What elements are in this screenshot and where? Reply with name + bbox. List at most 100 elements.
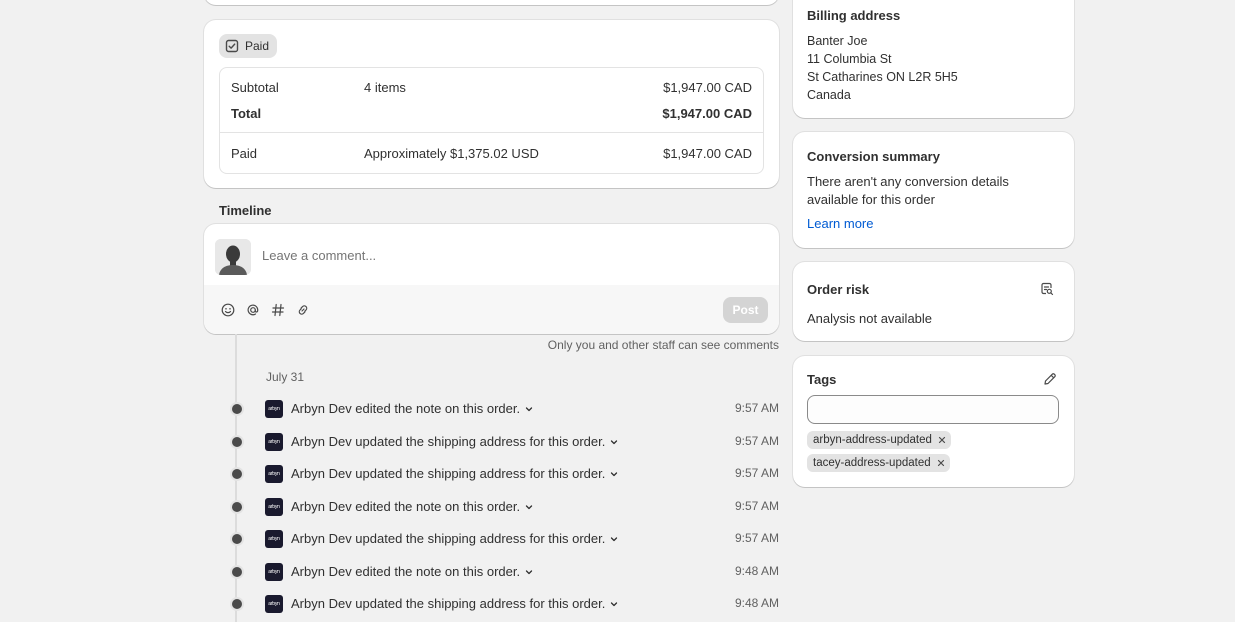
avatar [215, 239, 251, 275]
conversion-title: Conversion summary [807, 149, 940, 164]
event-toggle[interactable]: Arbyn Dev edited the note on this order. [291, 564, 534, 579]
tag-label: arbyn-address-updated [813, 434, 932, 446]
event-time: 9:57 AM [734, 434, 779, 448]
attachment-link-icon[interactable] [294, 301, 312, 319]
timeline-event: arbyn Arbyn Dev updated the shipping addr… [228, 593, 779, 615]
emoji-icon[interactable] [219, 301, 237, 319]
conversion-text: There aren't any conversion details avai… [807, 174, 1009, 207]
timeline-event: arbyn Arbyn Dev updated the shipping addr… [228, 431, 779, 453]
timeline-event: arbyn Arbyn Dev updated the shipping addr… [228, 528, 779, 550]
address-line: Banter Joe [807, 34, 868, 48]
event-toggle[interactable]: Arbyn Dev edited the note on this order. [291, 499, 534, 514]
row-label: Total [231, 105, 262, 121]
payment-summary-card: Paid Subtotal 4 items $1,947.00 CAD Tota… [204, 20, 779, 188]
payment-table: Subtotal 4 items $1,947.00 CAD Total $1,… [219, 67, 764, 174]
timeline-dot-icon [230, 597, 244, 611]
event-time: 9:57 AM [734, 466, 779, 480]
arbyn-logo-icon: arbyn [265, 563, 283, 581]
billing-address-card: Billing address Banter Joe 11 Columbia S… [793, 0, 1074, 118]
timeline-dot-icon [230, 402, 244, 416]
tag-chip: arbyn-address-updated [807, 431, 951, 449]
timeline-dot-icon [230, 532, 244, 546]
arbyn-logo-icon: arbyn [265, 433, 283, 451]
row-label: Subtotal [231, 79, 279, 95]
timeline-date: July 31 [266, 370, 305, 384]
arbyn-logo-icon: arbyn [265, 595, 283, 613]
arbyn-logo-icon: arbyn [265, 498, 283, 516]
edit-pencil-icon[interactable] [1040, 369, 1060, 389]
row-amount: $1,947.00 CAD [663, 79, 752, 95]
chevron-down-icon [609, 534, 619, 544]
timeline-dot-icon [230, 435, 244, 449]
hashtag-icon[interactable] [269, 301, 287, 319]
checkbox-paid-icon [225, 39, 239, 53]
chevron-down-icon [524, 567, 534, 577]
event-text: Arbyn Dev edited the note on this order. [291, 499, 521, 514]
address-line: St Catharines ON L2R 5H5 [807, 70, 958, 84]
row-amount: $1,947.00 CAD [663, 145, 752, 161]
conversion-summary-card: Conversion summary There aren't any conv… [793, 132, 1074, 248]
event-text: Arbyn Dev updated the shipping address f… [291, 596, 606, 611]
event-toggle[interactable]: Arbyn Dev edited the note on this order. [291, 401, 534, 416]
event-toggle[interactable]: Arbyn Dev updated the shipping address f… [291, 531, 619, 546]
learn-more-link[interactable]: Learn more [807, 216, 873, 231]
payment-divider [220, 132, 763, 133]
comment-toolbar: Post [204, 285, 779, 334]
row-amount: $1,947.00 CAD [662, 105, 752, 121]
event-text: Arbyn Dev updated the shipping address f… [291, 434, 606, 449]
remove-tag-icon[interactable] [936, 458, 946, 468]
address-line: Canada [807, 88, 851, 102]
tags-card: Tags arbyn-address-updated tacey-address… [793, 356, 1074, 487]
previous-card [204, 0, 779, 5]
row-label: Paid [231, 145, 258, 161]
payment-row-subtotal: Subtotal 4 items $1,947.00 CAD [220, 77, 763, 97]
payment-row-total: Total $1,947.00 CAD [220, 103, 763, 123]
arbyn-logo-icon: arbyn [265, 530, 283, 548]
address-line: 11 Columbia St [807, 52, 892, 66]
comment-box: Post [204, 224, 779, 334]
event-text: Arbyn Dev updated the shipping address f… [291, 531, 606, 546]
staff-visibility-note: Only you and other staff can see comment… [547, 338, 779, 352]
billing-title: Billing address [807, 8, 901, 23]
tag-chip: tacey-address-updated [807, 454, 950, 472]
order-risk-card: Order risk Analysis not available [793, 262, 1074, 341]
timeline-event: arbyn Arbyn Dev edited the note on this o… [228, 398, 779, 420]
paid-status-badge: Paid [219, 34, 278, 58]
timeline-event: arbyn Arbyn Dev edited the note on this o… [228, 496, 779, 518]
event-time: 9:48 AM [734, 596, 779, 610]
tags-title: Tags [807, 372, 837, 387]
paid-badge-label: Paid [245, 39, 270, 53]
chevron-down-icon [609, 469, 619, 479]
timeline-dot-icon [230, 467, 244, 481]
chevron-down-icon [609, 437, 619, 447]
event-toggle[interactable]: Arbyn Dev updated the shipping address f… [291, 434, 619, 449]
arbyn-logo-icon: arbyn [265, 465, 283, 483]
post-button[interactable]: Post [723, 297, 768, 323]
chevron-down-icon [609, 599, 619, 609]
row-detail: Approximately $1,375.02 USD [364, 145, 539, 161]
event-time: 9:57 AM [734, 401, 779, 415]
event-time: 9:57 AM [734, 499, 779, 513]
timeline-title: Timeline [219, 203, 272, 218]
remove-tag-icon[interactable] [937, 435, 947, 445]
arbyn-logo-icon: arbyn [265, 400, 283, 418]
risk-title: Order risk [807, 282, 870, 297]
event-text: Arbyn Dev updated the shipping address f… [291, 466, 606, 481]
timeline-event: arbyn Arbyn Dev edited the note on this o… [228, 561, 779, 583]
chevron-down-icon [524, 404, 534, 414]
timeline-dot-icon [230, 500, 244, 514]
timeline-event: arbyn Arbyn Dev updated the shipping addr… [228, 463, 779, 485]
comment-input[interactable] [262, 248, 742, 263]
event-time: 9:48 AM [734, 564, 779, 578]
event-time: 9:57 AM [734, 531, 779, 545]
event-text: Arbyn Dev edited the note on this order. [291, 564, 521, 579]
row-detail: 4 items [364, 79, 406, 95]
event-toggle[interactable]: Arbyn Dev updated the shipping address f… [291, 466, 619, 481]
mention-icon[interactable] [244, 301, 262, 319]
chevron-down-icon [524, 502, 534, 512]
event-toggle[interactable]: Arbyn Dev updated the shipping address f… [291, 596, 619, 611]
risk-analysis-icon[interactable] [1037, 279, 1057, 299]
tag-label: tacey-address-updated [813, 457, 931, 469]
event-text: Arbyn Dev edited the note on this order. [291, 401, 521, 416]
tags-input[interactable] [807, 395, 1059, 424]
